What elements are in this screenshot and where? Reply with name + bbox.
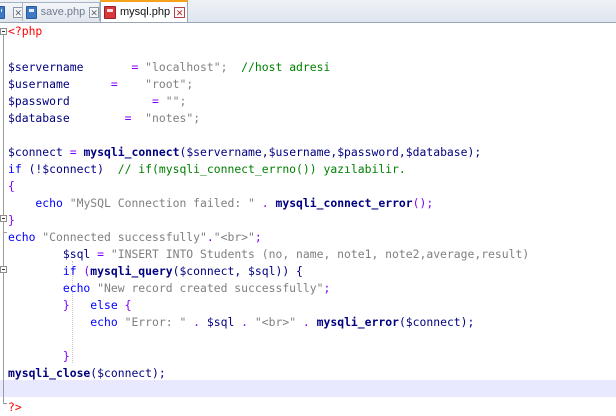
code-line: ?> xyxy=(8,400,22,414)
fold-toggle-icon[interactable] xyxy=(0,215,7,222)
file-blue-icon xyxy=(0,5,6,19)
tab-previous-file[interactable]: ✕ xyxy=(0,2,24,21)
file-blue-icon xyxy=(26,5,37,19)
tab-mysql-php[interactable]: mysql.php ✕ xyxy=(100,0,188,22)
code-line: if (mysqli_query($connect, $sql)) { xyxy=(8,264,303,278)
code-line: $username = "root"; xyxy=(8,77,194,91)
tab-label: save.php xyxy=(40,6,86,18)
code-line: $sql = "INSERT INTO Students (no, name, … xyxy=(8,247,530,261)
code-line: $password = ""; xyxy=(8,94,187,108)
code-line: if (!$connect) // if(mysqli_connect_errn… xyxy=(8,162,406,176)
code-line: <?php xyxy=(8,24,43,38)
code-line: { xyxy=(8,179,15,193)
tab-bar: ✕ save.php ✕ mysql.php ✕ xyxy=(0,0,616,23)
code-editor[interactable]: <?php $servername = "localhost"; //host … xyxy=(0,23,616,414)
fold-margin xyxy=(0,23,7,412)
code-line: mysqli_close($connect); xyxy=(8,366,166,380)
file-red-icon xyxy=(104,5,116,19)
code-line: $servername = "localhost"; //host adresi xyxy=(8,60,331,74)
fold-toggle-icon[interactable] xyxy=(0,28,7,35)
tab-label: mysql.php xyxy=(120,6,171,18)
code-line: echo "MySQL Connection failed: " . mysql… xyxy=(8,196,434,210)
code-line: $connect = mysqli_connect($servername,$u… xyxy=(8,145,482,159)
code-line: } else { xyxy=(8,298,132,312)
code-line: } xyxy=(8,349,70,363)
close-icon[interactable]: ✕ xyxy=(174,6,186,18)
code-line: echo "Connected successfully"."<br>"; xyxy=(8,230,262,244)
code-line: } xyxy=(8,213,15,227)
current-line-highlight xyxy=(0,380,616,397)
tab-save-php[interactable]: save.php ✕ xyxy=(22,2,100,21)
close-icon[interactable]: ✕ xyxy=(89,6,99,18)
fold-toggle-icon[interactable] xyxy=(0,266,7,273)
code-line: echo "Error: " . $sql . "<br>" . mysqli_… xyxy=(8,315,475,329)
code-line: $database = "notes"; xyxy=(8,111,201,125)
code-line: echo "New record created successfully"; xyxy=(8,281,331,295)
